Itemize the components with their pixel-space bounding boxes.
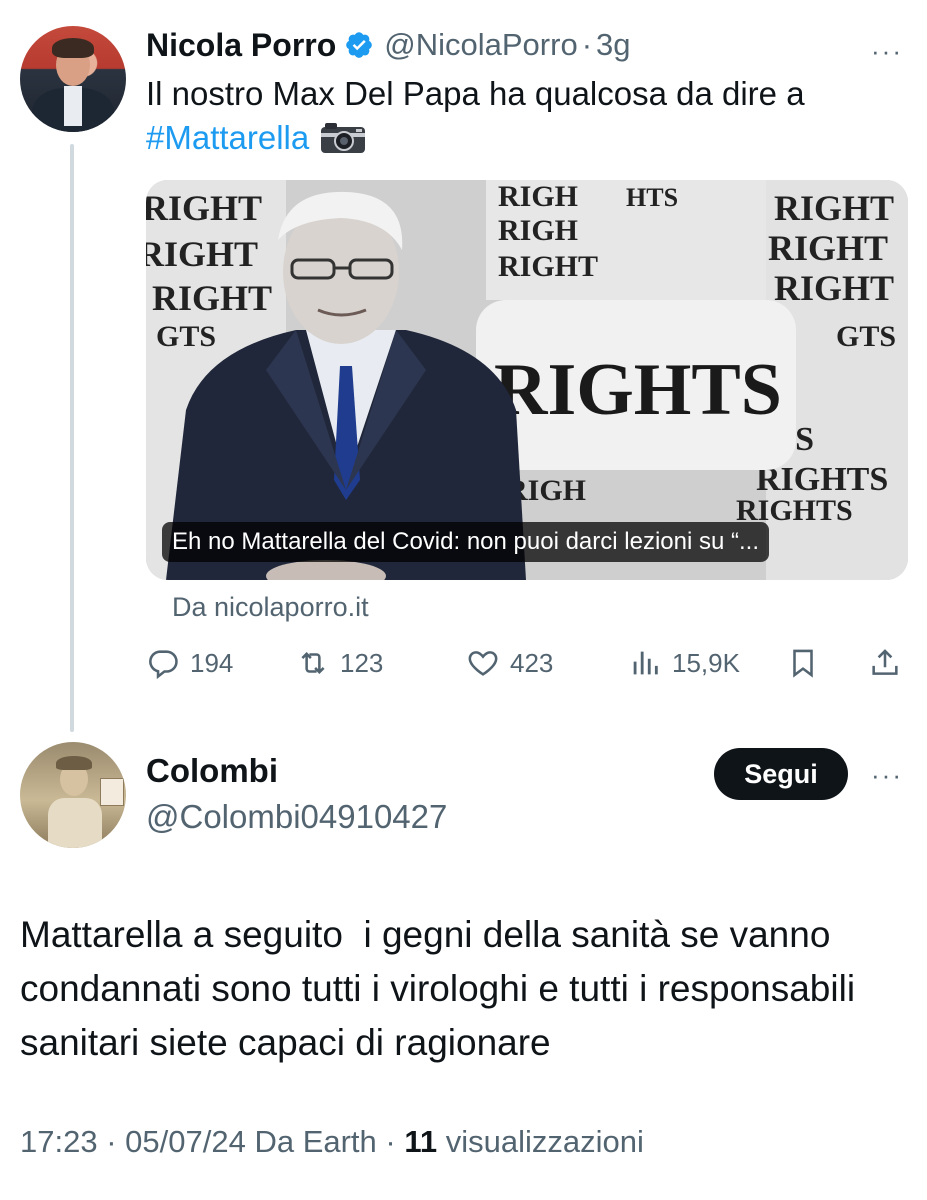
more-options-icon[interactable]: ··· [871,760,903,791]
author-handle[interactable]: @NicolaPorro [384,27,577,63]
card-word: RIGHT [498,250,598,283]
card-word: GTS [836,320,896,353]
link-card[interactable]: RIGHT RIGHT RIGHT GTS RIGH RIGH RIGHT HT… [146,180,908,580]
action-bar: 194 123 423 15,9K [146,646,908,688]
avatar-sign [100,778,124,806]
author-handle[interactable]: @Colombi04910427 [146,798,447,836]
tweet-source: Da Earth [254,1124,377,1159]
reply-button[interactable]: 194 [146,646,233,680]
tweet-time[interactable]: 17:23 [20,1124,98,1159]
avatar-nicola-porro[interactable] [20,26,126,132]
main-tweet-text: Mattarella a seguito i gegni della sanit… [20,914,866,1063]
like-button[interactable]: 423 [466,646,553,680]
views-button[interactable]: 15,9K [628,646,740,680]
avatar-body [48,798,102,848]
bookmark-icon [793,649,813,678]
avatar-shirt [64,86,82,126]
follow-button[interactable]: Segui [714,748,848,800]
card-word: RIGHT [774,188,894,228]
reply-count: 194 [190,647,234,678]
card-word: RIGH [498,180,578,213]
quoted-tweet-text: Il nostro Max Del Papa ha qualcosa da di… [146,72,886,160]
card-word: RIGHT [768,228,888,268]
bookmark-button[interactable] [786,646,830,680]
separator-dot: · [106,1124,117,1159]
card-word: RIGHT [774,268,894,308]
card-word: RIGHT [146,188,262,228]
camera-icon [321,123,366,153]
like-count: 423 [510,647,554,678]
tweet-meta: 17:23 · 05/07/24 Da Earth · 11 visualizz… [20,1124,644,1160]
card-word: GTS [156,320,216,353]
tweet-text-body: Il nostro Max Del Papa ha qualcosa da di… [146,75,805,112]
card-word: RIGHT [152,278,272,318]
thread-line [70,144,74,732]
card-image: RIGHT RIGHT RIGHT GTS RIGH RIGH RIGHT HT… [146,180,908,580]
quoted-tweet-header: Nicola Porro @NicolaPorro · 3g [146,24,631,66]
author-name[interactable]: Nicola Porro [146,27,336,64]
card-word: RIGHTS [494,349,782,431]
separator-dot: · [385,1124,396,1159]
retweet-icon [301,651,325,675]
avatar-cap [56,756,92,770]
share-icon [872,649,898,675]
card-word: RIGHT [146,234,258,274]
views-icon [633,651,658,675]
tweet-date[interactable]: 05/07/24 [125,1124,246,1159]
avatar-hair [52,38,94,58]
verified-badge-icon [346,32,373,58]
share-button[interactable] [868,646,912,680]
views-count[interactable]: 11 [404,1124,437,1159]
tweet-time[interactable]: 3g [596,27,630,63]
more-options-icon[interactable]: ··· [871,36,903,67]
card-source[interactable]: Da nicolaporro.it [172,592,369,623]
author-name[interactable]: Colombi [146,752,278,790]
card-word: HTS [626,183,678,212]
avatar-colombi[interactable] [20,742,126,848]
retweet-count: 123 [340,647,384,678]
retweet-button[interactable]: 123 [296,646,383,680]
views-label[interactable]: visualizzazioni [446,1124,644,1159]
card-word: RIGH [498,214,578,247]
hashtag-link[interactable]: #Mattarella [146,119,309,156]
like-icon [468,651,498,676]
card-headline[interactable]: Eh no Mattarella del Covid: non puoi dar… [162,522,769,562]
views-count: 15,9K [672,647,740,678]
reply-icon [149,650,178,680]
separator-dot: · [581,27,593,62]
